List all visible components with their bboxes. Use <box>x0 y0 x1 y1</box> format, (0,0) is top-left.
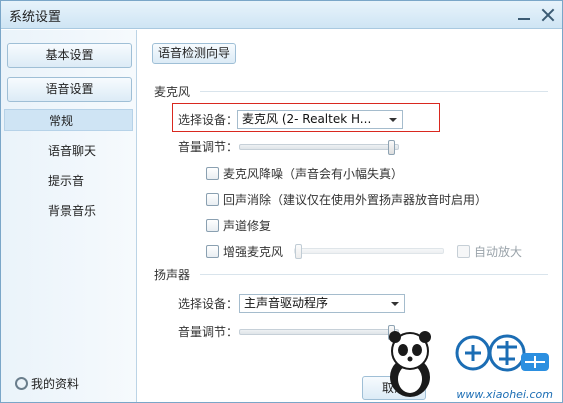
boost-mic-label: 增强麦克风 <box>223 245 284 259</box>
noise-reduction-checkbox[interactable] <box>206 167 219 180</box>
speaker-device-value: 主声音驱动程序 <box>244 296 329 310</box>
sidebar: 基本设置 语音设置 常规 语音聊天 提示音 背景音乐 我的资料 <box>1 30 137 402</box>
my-profile-label: 我的资料 <box>31 377 80 391</box>
mic-volume-slider[interactable] <box>239 140 399 155</box>
sidebar-basic-settings-button[interactable]: 基本设置 <box>7 43 132 68</box>
sidebar-item-background-music[interactable]: 背景音乐 <box>4 200 133 222</box>
boost-slider[interactable] <box>294 244 444 259</box>
speaker-device-label: 选择设备： <box>178 297 239 311</box>
my-profile-link[interactable]: 我的资料 <box>15 375 79 393</box>
mic-device-label: 选择设备： <box>178 113 239 127</box>
microphone-section-title: 麦克风 <box>154 85 191 99</box>
voice-wizard-button[interactable]: 语音检测向导 <box>152 43 237 64</box>
echo-cancel-checkbox[interactable] <box>206 193 219 206</box>
mic-volume-thumb[interactable] <box>388 140 395 155</box>
speaker-device-select[interactable]: 主声音驱动程序 <box>239 294 405 313</box>
section-divider <box>200 91 548 92</box>
settings-window: 系统设置 基本设置 语音设置 常规 语音聊天 提示音 背景音乐 我的资料 语音检… <box>0 0 563 403</box>
sidebar-item-general[interactable]: 常规 <box>4 109 133 131</box>
mic-device-value: 麦克风 (2- Realtek H... <box>242 112 372 126</box>
panda-mascot-icon <box>389 331 431 397</box>
mic-volume-label: 音量调节： <box>178 140 239 154</box>
speaker-volume-label: 音量调节： <box>178 325 239 339</box>
auto-amplify-checkbox[interactable] <box>457 245 470 258</box>
section-divider <box>200 274 548 275</box>
echo-cancel-label: 回声消除（建议仅在使用外置扬声器放音时启用） <box>223 193 488 207</box>
close-icon[interactable] <box>540 7 556 23</box>
chevron-down-icon <box>389 118 397 122</box>
chevron-down-icon <box>391 302 399 306</box>
window-title: 系统设置 <box>9 10 62 25</box>
channel-repair-label: 声道修复 <box>223 219 272 233</box>
boost-slider-thumb[interactable] <box>295 244 302 259</box>
auto-amplify-label: 自动放大 <box>474 245 523 259</box>
noise-reduction-label: 麦克风降噪（声音会有小幅失真） <box>223 167 404 181</box>
sidebar-voice-settings-button[interactable]: 语音设置 <box>7 77 132 102</box>
gear-icon <box>15 377 28 390</box>
mic-device-select[interactable]: 麦克风 (2- Realtek H... <box>237 110 403 129</box>
watermark-site-label: www.xiaohei.com <box>456 388 553 401</box>
title-bar: 系统设置 <box>1 1 562 29</box>
watermark-logo-icon <box>455 334 549 372</box>
channel-repair-checkbox[interactable] <box>206 219 219 232</box>
speaker-section-title: 扬声器 <box>154 268 191 282</box>
sidebar-item-notification-sound[interactable]: 提示音 <box>4 170 133 192</box>
site-watermark: www.xiaohei.com <box>367 325 563 403</box>
sidebar-item-voice-chat[interactable]: 语音聊天 <box>4 140 133 162</box>
minimize-icon[interactable] <box>516 7 532 23</box>
boost-mic-checkbox[interactable] <box>206 245 219 258</box>
